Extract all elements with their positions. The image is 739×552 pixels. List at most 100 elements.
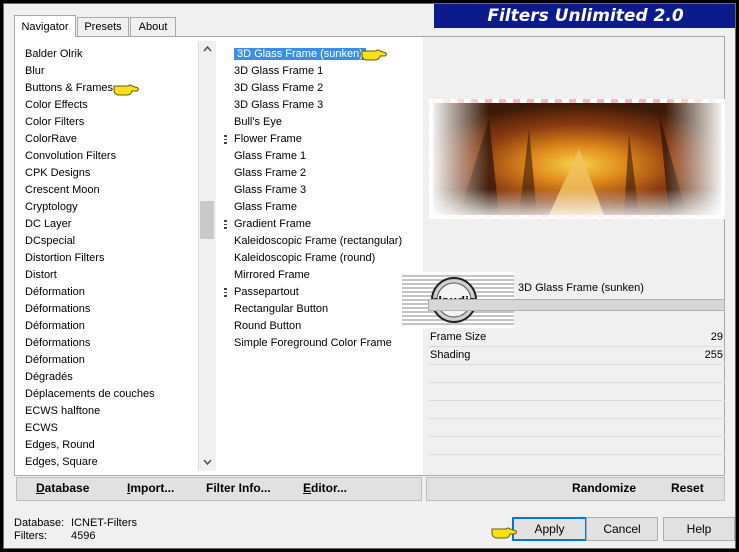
category-item[interactable]: ColorRave <box>21 131 77 148</box>
status-database-value: ICNET-Filters <box>71 517 137 529</box>
param-row-empty <box>428 437 725 455</box>
filter-item-label: Bull's Eye <box>234 116 282 128</box>
filter-item[interactable]: Passepartout <box>224 284 299 301</box>
param-value: 29 <box>710 331 723 343</box>
filter-item[interactable]: 3D Glass Frame 3 <box>230 97 323 114</box>
filters-unlimited-window: Filters Unlimited 2.0 Navigator Presets … <box>3 3 736 549</box>
category-item[interactable]: Dégradés <box>21 369 73 386</box>
category-item[interactable]: Color Filters <box>21 114 84 131</box>
database-toolbar: Database Import... Filter Info... Editor… <box>16 477 422 501</box>
filter-item-label: Simple Foreground Color Frame <box>234 337 392 349</box>
category-item[interactable]: ECWS halftone <box>21 403 100 420</box>
category-item[interactable]: Blur <box>21 63 45 80</box>
filter-item-label: Flower Frame <box>234 133 302 145</box>
filter-item[interactable]: Mirrored Frame <box>230 267 310 284</box>
filter-item-label: Gradient Frame <box>234 218 312 230</box>
pointing-hand-icon <box>113 84 139 96</box>
category-item[interactable]: Crescent Moon <box>21 182 100 199</box>
parameter-slider-track[interactable] <box>428 299 725 311</box>
reset-button[interactable]: Reset <box>671 481 704 495</box>
editor-button[interactable]: Editor... <box>303 481 347 495</box>
import-button[interactable]: Import... <box>127 481 174 495</box>
filter-item[interactable]: Glass Frame <box>230 199 297 216</box>
category-item[interactable]: Buttons & Frames <box>21 80 113 97</box>
filter-item-label: Kaleidoscopic Frame (rectangular) <box>234 235 403 247</box>
category-item[interactable]: Déformations <box>21 335 90 352</box>
tab-presets[interactable]: Presets <box>77 17 129 36</box>
drag-grip-icon <box>224 288 227 297</box>
button-text: mport... <box>130 481 175 495</box>
app-title: Filters Unlimited 2.0 <box>487 6 684 26</box>
drag-grip-icon <box>224 135 227 144</box>
status-database-label: Database: <box>14 517 65 529</box>
filter-item[interactable]: Kaleidoscopic Frame (rectangular) <box>230 233 402 250</box>
filter-item-label: Rectangular Button <box>234 303 329 315</box>
category-item[interactable]: Déplacements de couches <box>21 386 155 403</box>
filter-item-label: Glass Frame 2 <box>234 167 307 179</box>
selected-filter-name: 3D Glass Frame (sunken) <box>518 282 644 294</box>
category-item[interactable]: DC Layer <box>21 216 71 233</box>
category-item[interactable]: Edges, Round <box>21 437 95 454</box>
category-item[interactable]: Distortion Filters <box>21 250 104 267</box>
filter-item-label: Round Button <box>234 320 302 332</box>
param-row-empty <box>428 365 725 383</box>
help-button[interactable]: Help <box>663 517 735 541</box>
filter-item[interactable]: Glass Frame 1 <box>230 148 306 165</box>
category-scroll-thumb[interactable] <box>200 201 214 239</box>
status-filters-value: 4596 <box>71 530 96 542</box>
category-item[interactable]: Distort <box>21 267 57 284</box>
category-item[interactable]: Convolution Filters <box>21 148 116 165</box>
filter-item-label: 3D Glass Frame (sunken) <box>234 48 366 60</box>
preview-image <box>429 99 725 219</box>
category-item[interactable]: Déformation <box>21 352 85 369</box>
filter-info-button[interactable]: Filter Info... <box>206 481 271 495</box>
category-list[interactable]: Balder Olrik Blur Buttons & Frames Color Ef… <box>21 41 201 471</box>
param-row-empty <box>428 401 725 419</box>
category-item[interactable]: Déformation <box>21 284 85 301</box>
category-item[interactable]: Balder Olrik <box>21 46 82 63</box>
filter-item[interactable]: 3D Glass Frame (sunken) <box>230 46 366 63</box>
apply-button[interactable]: Apply <box>512 517 587 541</box>
param-label: Frame Size <box>430 331 487 343</box>
filter-item[interactable]: Glass Frame 3 <box>230 182 306 199</box>
category-item[interactable]: Déformations <box>21 301 90 318</box>
filter-item[interactable]: Glass Frame 2 <box>230 165 306 182</box>
randomize-button[interactable]: Randomize <box>572 481 636 495</box>
filter-item[interactable]: Gradient Frame <box>224 216 312 233</box>
filter-item[interactable]: Round Button <box>230 318 301 335</box>
tab-navigator[interactable]: Navigator <box>14 15 76 37</box>
category-item[interactable]: ECWS <box>21 420 58 437</box>
filter-item-label: Glass Frame 1 <box>234 150 307 162</box>
mnemonic-letter: E <box>303 481 312 495</box>
param-value: 255 <box>704 349 723 361</box>
cancel-button[interactable]: Cancel <box>586 517 658 541</box>
param-row-frame-size[interactable]: Frame Size 29 <box>428 329 725 347</box>
category-item[interactable]: Cryptology <box>21 199 78 216</box>
category-item[interactable]: CPK Designs <box>21 165 90 182</box>
filter-item-label: Kaleidoscopic Frame (round) <box>234 252 376 264</box>
filter-item-label: Glass Frame <box>234 201 297 213</box>
filter-list[interactable]: 3D Glass Frame (sunken) 3D Glass Frame 1 3… <box>224 41 422 471</box>
chevron-down-icon[interactable] <box>199 454 216 471</box>
chevron-up-icon[interactable] <box>199 41 216 58</box>
tab-about[interactable]: About <box>130 17 176 36</box>
filter-item[interactable]: Kaleidoscopic Frame (round) <box>230 250 375 267</box>
filter-item[interactable]: Flower Frame <box>224 131 302 148</box>
database-button[interactable]: Database <box>36 481 89 495</box>
category-item[interactable]: DCspecial <box>21 233 75 250</box>
filter-item[interactable]: 3D Glass Frame 2 <box>230 80 323 97</box>
filter-item[interactable]: Simple Foreground Color Frame <box>230 335 392 352</box>
pointing-hand-icon <box>361 49 387 61</box>
filter-item-label: 3D Glass Frame 2 <box>234 82 324 94</box>
filter-item[interactable]: Rectangular Button <box>230 301 328 318</box>
button-text: ditor... <box>311 481 348 495</box>
category-scrollbar[interactable] <box>198 41 216 471</box>
param-label: Shading <box>430 349 471 361</box>
category-item[interactable]: Color Effects <box>21 97 88 114</box>
filter-item[interactable]: 3D Glass Frame 1 <box>230 63 323 80</box>
category-item[interactable]: Edges, Square <box>21 454 98 471</box>
param-row-shading[interactable]: Shading 255 <box>428 347 725 365</box>
category-item[interactable]: Déformation <box>21 318 85 335</box>
status-database: Database: ICNET-Filters <box>14 517 137 529</box>
filter-item[interactable]: Bull's Eye <box>230 114 282 131</box>
